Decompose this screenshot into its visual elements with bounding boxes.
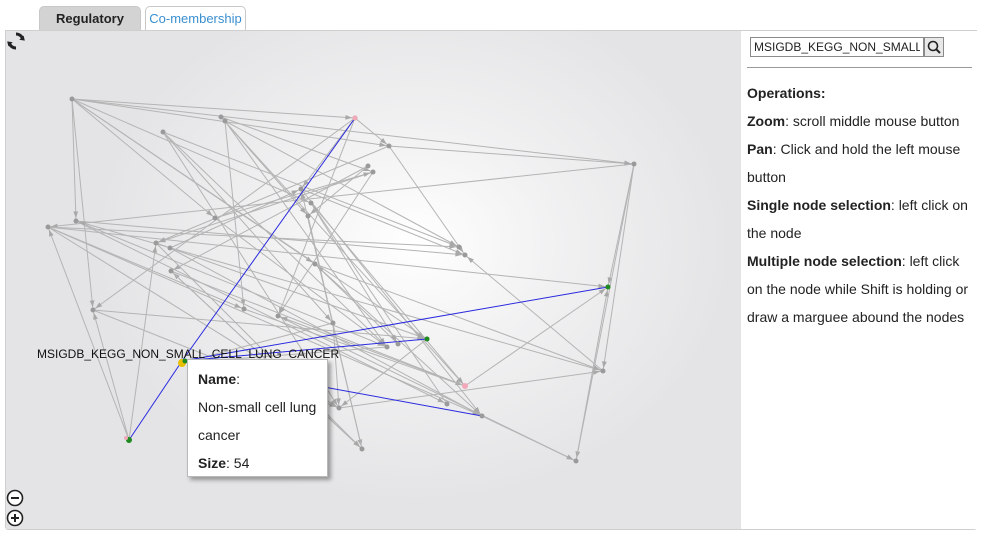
graph-edge bbox=[128, 360, 183, 441]
graph-node[interactable] bbox=[153, 240, 159, 246]
graph-edge bbox=[162, 131, 334, 324]
tab-co-membership[interactable]: Co-membership bbox=[145, 6, 246, 30]
graph-edge bbox=[310, 202, 448, 405]
graph-node-highlight[interactable] bbox=[124, 436, 128, 440]
operations-title: Operations: bbox=[747, 85, 826, 101]
graph-node-highlight[interactable] bbox=[462, 383, 468, 389]
graph-node[interactable] bbox=[395, 341, 401, 347]
edge-arrow bbox=[89, 300, 95, 308]
edge-arrow bbox=[603, 289, 609, 297]
graph-edge bbox=[388, 145, 635, 165]
graph-node[interactable] bbox=[69, 96, 75, 102]
graph-node[interactable] bbox=[573, 458, 579, 464]
tooltip-size-label: Size bbox=[198, 455, 227, 471]
graph-node[interactable] bbox=[298, 186, 304, 192]
graph-node-highlight[interactable] bbox=[605, 284, 611, 290]
graph-node[interactable] bbox=[90, 307, 96, 313]
network-graph-canvas[interactable]: MSIGDB_KEGG_NON_SMALL_CELL_LUNG_CANCER N… bbox=[6, 31, 741, 529]
graph-node[interactable] bbox=[212, 215, 218, 221]
search-input[interactable] bbox=[750, 37, 924, 57]
help-single-selection: Single node selection: left click on the… bbox=[747, 197, 968, 241]
tooltip-size-value: 54 bbox=[233, 455, 250, 471]
graph-node[interactable] bbox=[312, 261, 318, 267]
graph-edge bbox=[602, 163, 635, 372]
graph-node-highlight[interactable] bbox=[352, 115, 358, 121]
edge-arrow bbox=[598, 288, 606, 295]
tab-regulatory[interactable]: Regulatory bbox=[39, 6, 141, 30]
graph-node[interactable] bbox=[160, 129, 166, 135]
graph-edge bbox=[128, 242, 157, 441]
graph-node[interactable] bbox=[456, 244, 462, 250]
graph-edge bbox=[47, 226, 130, 441]
graph-node[interactable] bbox=[168, 268, 174, 274]
graph-edge bbox=[162, 131, 388, 348]
graph-node[interactable] bbox=[365, 163, 371, 169]
tooltip-name-label: Name bbox=[198, 371, 237, 387]
edge-arrow bbox=[73, 211, 79, 219]
graph-node[interactable] bbox=[241, 306, 247, 312]
graph-edge bbox=[300, 188, 466, 256]
help-multiple-selection: Multiple node selection: left click on t… bbox=[747, 253, 969, 325]
edge-arrow bbox=[93, 312, 98, 320]
graph-node[interactable] bbox=[444, 401, 450, 407]
help-pan: Pan: Click and hold the left mouse butto… bbox=[747, 141, 961, 185]
operations-help: Operations: Zoom: scroll middle mouse bu… bbox=[747, 79, 975, 331]
zoom-out-icon[interactable] bbox=[6, 489, 24, 507]
graph-node[interactable] bbox=[359, 446, 365, 452]
graph-node[interactable] bbox=[305, 213, 311, 219]
edge-arrow bbox=[602, 361, 607, 369]
graph-edge bbox=[92, 309, 130, 441]
node-tooltip: Name: Non-small cell lung cancer Size: 5… bbox=[187, 359, 328, 477]
graph-edge bbox=[71, 98, 635, 165]
graph-edge bbox=[71, 98, 316, 265]
graph-edge bbox=[47, 163, 635, 228]
edge-arrow bbox=[234, 303, 242, 308]
graph-edge bbox=[464, 254, 604, 372]
zoom-in-icon[interactable] bbox=[6, 509, 24, 527]
edge-arrow bbox=[363, 172, 371, 177]
graph-node[interactable] bbox=[370, 169, 376, 175]
help-zoom: Zoom: scroll middle mouse button bbox=[747, 113, 960, 129]
edge-arrow bbox=[280, 317, 288, 322]
edge-arrow bbox=[49, 229, 54, 237]
graph-edge bbox=[47, 226, 609, 288]
content-panel: MSIGDB_KEGG_NON_SMALL_CELL_LUNG_CANCER N… bbox=[5, 30, 977, 530]
graph-edge bbox=[464, 286, 609, 387]
graph-node[interactable] bbox=[631, 161, 637, 167]
divider bbox=[747, 67, 972, 68]
graph-node[interactable] bbox=[479, 413, 485, 419]
graph-node-highlight[interactable] bbox=[424, 336, 430, 342]
edge-arrow bbox=[566, 454, 574, 460]
graph-node[interactable] bbox=[222, 118, 228, 124]
graph-node[interactable] bbox=[462, 252, 468, 258]
graph-node[interactable] bbox=[308, 200, 314, 206]
graph-edge bbox=[71, 98, 312, 204]
edge-arrow bbox=[95, 302, 103, 309]
refresh-icon[interactable] bbox=[6, 31, 26, 51]
graph-edge bbox=[388, 145, 466, 256]
graph-node[interactable] bbox=[330, 320, 336, 326]
graph-node[interactable] bbox=[600, 368, 606, 374]
graph-node[interactable] bbox=[384, 344, 390, 350]
graph-node[interactable] bbox=[386, 143, 392, 149]
search-button[interactable] bbox=[924, 37, 944, 57]
graph-node[interactable] bbox=[167, 245, 173, 251]
graph-edge bbox=[224, 120, 388, 348]
graph-node[interactable] bbox=[73, 218, 79, 224]
graph-node[interactable] bbox=[336, 405, 342, 411]
graph-edge bbox=[481, 415, 577, 462]
graph-node[interactable] bbox=[275, 313, 281, 319]
graph-node[interactable] bbox=[45, 224, 51, 230]
sidebar: Operations: Zoom: scroll middle mouse bu… bbox=[741, 31, 977, 529]
edge-arrow bbox=[593, 369, 601, 375]
tooltip-name-value: Non-small cell lung cancer bbox=[198, 399, 317, 443]
network-graph[interactable] bbox=[6, 31, 741, 529]
edge-arrow bbox=[152, 245, 158, 253]
graph-node[interactable] bbox=[218, 114, 224, 120]
edge-arrow bbox=[345, 114, 353, 120]
search-box bbox=[750, 37, 944, 57]
search-icon bbox=[927, 40, 941, 54]
